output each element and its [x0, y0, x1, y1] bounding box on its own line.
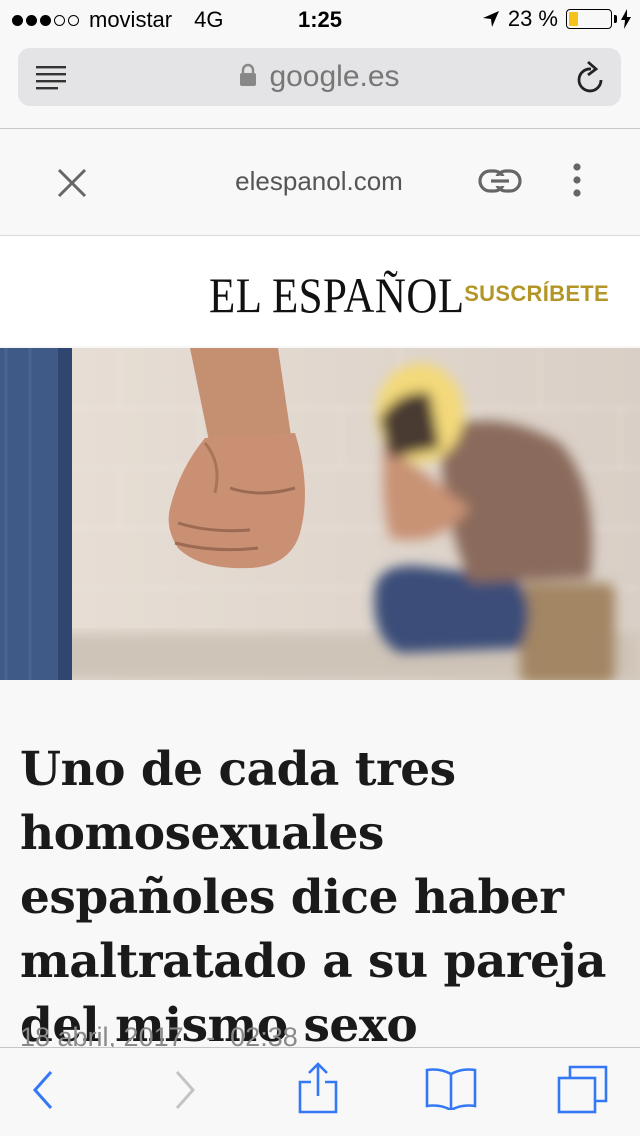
- close-icon[interactable]: [56, 167, 88, 199]
- reload-icon[interactable]: [575, 60, 607, 94]
- url-display[interactable]: google.es: [18, 60, 621, 94]
- article-body: Uno de cada tres homosexuales españoles …: [0, 680, 640, 1080]
- bookmarks-icon[interactable]: [424, 1066, 478, 1110]
- publisher-header: EL ESPAÑOL SUSCRÍBETE: [0, 236, 640, 346]
- status-bar: movistar 4G 1:25 23 %: [0, 0, 640, 40]
- browser-toolbar: [0, 1047, 640, 1136]
- article-hero-image: [0, 348, 640, 680]
- lock-icon: [240, 63, 257, 86]
- battery-percent: 23 %: [507, 6, 558, 31]
- amp-viewer-header: elespanol.com: [0, 129, 640, 236]
- viewer-domain: elespanol.com: [235, 166, 403, 196]
- share-icon[interactable]: [298, 1062, 338, 1114]
- chevron-left-icon[interactable]: [32, 1070, 54, 1110]
- address-bar[interactable]: google.es: [18, 48, 621, 106]
- more-vertical-icon[interactable]: [566, 161, 588, 201]
- publisher-logo[interactable]: EL ESPAÑOL: [209, 266, 465, 324]
- url-text: google.es: [269, 60, 400, 93]
- battery-icon: [566, 9, 617, 29]
- location-arrow-icon: [482, 11, 499, 27]
- link-icon[interactable]: [478, 167, 522, 195]
- article-headline: Uno de cada tres homosexuales españoles …: [20, 742, 606, 1053]
- chevron-right-icon[interactable]: [174, 1070, 196, 1110]
- tabs-icon[interactable]: [556, 1064, 610, 1114]
- charging-bolt-icon: [621, 9, 631, 29]
- subscribe-link[interactable]: SUSCRÍBETE: [464, 281, 609, 307]
